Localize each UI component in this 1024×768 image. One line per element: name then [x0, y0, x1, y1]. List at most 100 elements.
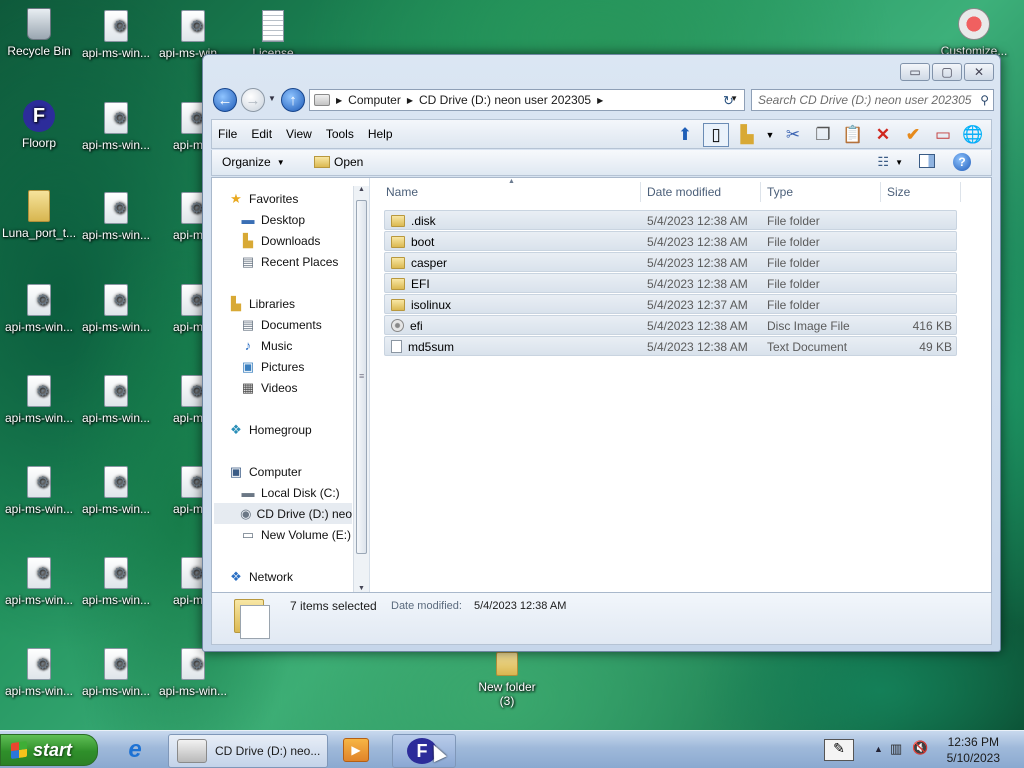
- desktop-icon-api[interactable]: api-ms-win...: [78, 648, 154, 698]
- help-button[interactable]: ?: [953, 153, 971, 171]
- column-divider[interactable]: [760, 182, 761, 202]
- file-row[interactable]: md5sum 5/4/2023 12:38 AM Text Document 4…: [384, 336, 957, 356]
- address-bar[interactable]: ▶ Computer ▶ CD Drive (D:) neon user 202…: [309, 89, 745, 111]
- nav-documents[interactable]: ▤ Documents: [240, 318, 322, 333]
- maximize-button[interactable]: ▢: [932, 63, 962, 81]
- nav-new-volume[interactable]: ▭ New Volume (E:): [240, 528, 351, 543]
- nav-pictures[interactable]: ▣ Pictures: [240, 360, 305, 375]
- desktop-icon-api[interactable]: api-ms-win...: [78, 192, 154, 242]
- nav-computer[interactable]: ▣ Computer: [228, 465, 302, 480]
- file-row[interactable]: casper 5/4/2023 12:38 AM File folder: [384, 252, 957, 272]
- copy-icon[interactable]: ❐: [811, 123, 835, 147]
- desktop-icon-api[interactable]: api-ms-win...: [155, 10, 231, 60]
- globe-icon[interactable]: 🌐: [961, 123, 985, 147]
- up-folder-icon[interactable]: ⬆: [673, 123, 697, 147]
- scroll-up-icon[interactable]: ▲: [358, 186, 365, 193]
- desktop-icon-api[interactable]: api-ms-win...: [78, 557, 154, 607]
- menu-help[interactable]: Help: [368, 127, 393, 141]
- preview-pane-button[interactable]: [919, 154, 935, 168]
- start-button[interactable]: start: [0, 734, 98, 766]
- nav-favorites[interactable]: ★ Favorites: [228, 192, 298, 207]
- chevron-down-icon[interactable]: ▼: [765, 123, 775, 147]
- paste-icon[interactable]: 📋: [841, 123, 865, 147]
- volume-muted-icon[interactable]: 🔇: [912, 740, 928, 756]
- cut-icon[interactable]: ✂: [781, 123, 805, 147]
- desktop-icon-api[interactable]: api-ms-win...: [78, 10, 154, 60]
- desktop-icon-floorp[interactable]: F Floorp: [1, 100, 77, 150]
- network-tray-icon[interactable]: ▥: [890, 741, 902, 757]
- desktop-icon-recycle-bin[interactable]: Recycle Bin: [1, 8, 77, 58]
- column-divider[interactable]: [640, 182, 641, 202]
- search-icon[interactable]: ⚲: [980, 93, 989, 107]
- column-header-size[interactable]: Size: [887, 182, 957, 202]
- pen-input-icon[interactable]: ✎: [824, 739, 854, 761]
- desktop-icon-api[interactable]: api-ms-win...: [78, 284, 154, 334]
- view-options-button[interactable]: ☷ ▼: [877, 154, 903, 170]
- minimize-button[interactable]: ▭: [900, 63, 930, 81]
- nav-local-disk[interactable]: ▬ Local Disk (C:): [240, 486, 340, 501]
- desktop-icon-api[interactable]: api-ms-win...: [1, 648, 77, 698]
- file-row[interactable]: boot 5/4/2023 12:38 AM File folder: [384, 231, 957, 251]
- desktop-icon-api[interactable]: api-ms-win...: [1, 466, 77, 516]
- properties-icon[interactable]: ▭: [931, 123, 955, 147]
- ie-quicklaunch-icon[interactable]: e: [120, 736, 150, 764]
- column-header-name[interactable]: Name: [386, 182, 636, 202]
- nav-libraries[interactable]: ▙ Libraries: [228, 297, 295, 312]
- checkmark-icon[interactable]: ✔: [901, 123, 925, 147]
- nav-cd-drive[interactable]: ◉ CD Drive (D:) neo: [214, 503, 352, 524]
- desktop-icon-api[interactable]: api-ms-win...: [78, 375, 154, 425]
- desktop-icon-api[interactable]: api-ms-win...: [1, 375, 77, 425]
- desktop-icon-new-folder[interactable]: New folder (3): [469, 652, 545, 708]
- menu-tools[interactable]: Tools: [326, 127, 354, 141]
- nav-videos[interactable]: ▦ Videos: [240, 381, 298, 396]
- nav-scrollbar[interactable]: ▲ ≡ ▼: [353, 186, 369, 592]
- organize-button[interactable]: Organize ▼: [222, 155, 285, 169]
- delete-icon[interactable]: ✕: [871, 123, 895, 147]
- nav-homegroup[interactable]: ❖ Homegroup: [228, 423, 312, 438]
- menu-edit[interactable]: Edit: [251, 127, 272, 141]
- taskbar-item-explorer[interactable]: CD Drive (D:) neo...: [168, 734, 328, 768]
- back-button[interactable]: ←: [213, 88, 237, 112]
- file-row[interactable]: EFI 5/4/2023 12:38 AM File folder: [384, 273, 957, 293]
- breadcrumb-cd-drive[interactable]: CD Drive (D:) neon user 202305: [419, 93, 591, 107]
- menu-view[interactable]: View: [286, 127, 312, 141]
- breadcrumb-separator-icon[interactable]: ▶: [597, 96, 603, 105]
- open-button[interactable]: Open: [314, 155, 363, 169]
- clock[interactable]: 12:36 PM 5/10/2023: [947, 734, 1000, 766]
- nav-network[interactable]: ❖ Network: [228, 570, 293, 585]
- close-button[interactable]: ✕: [964, 63, 994, 81]
- forward-button[interactable]: →: [241, 88, 265, 112]
- media-player-icon[interactable]: ▶: [343, 738, 369, 762]
- scrollbar-thumb[interactable]: ≡: [356, 200, 367, 554]
- pane-toggle-icon[interactable]: ▯: [703, 123, 729, 147]
- desktop-icon-api[interactable]: api-ms-win...: [78, 466, 154, 516]
- file-row[interactable]: isolinux 5/4/2023 12:37 AM File folder: [384, 294, 957, 314]
- breadcrumb-separator-icon[interactable]: ▶: [407, 96, 413, 105]
- menu-file[interactable]: File: [218, 127, 237, 141]
- up-button[interactable]: ↑: [281, 88, 305, 112]
- desktop-icon-customize[interactable]: Customize...: [936, 8, 1012, 58]
- nav-recent-places[interactable]: ▤ Recent Places: [240, 255, 339, 270]
- desktop-icon-api[interactable]: api-ms-win...: [155, 648, 231, 698]
- column-header-date[interactable]: Date modified: [647, 182, 759, 202]
- column-divider[interactable]: [960, 182, 961, 202]
- column-divider[interactable]: [880, 182, 881, 202]
- nav-music[interactable]: ♪ Music: [240, 339, 293, 354]
- breadcrumb-computer[interactable]: Computer: [348, 93, 401, 107]
- desktop-icon-api[interactable]: api-ms-win...: [78, 102, 154, 152]
- file-row[interactable]: .disk 5/4/2023 12:38 AM File folder: [384, 210, 957, 230]
- desktop-icon-luna[interactable]: Luna_port_t...: [1, 190, 77, 240]
- desktop-icon-api[interactable]: api-ms-win...: [1, 284, 77, 334]
- taskbar-item-floorp[interactable]: F: [392, 734, 456, 768]
- breadcrumb-separator-icon[interactable]: ▶: [336, 96, 342, 105]
- refresh-button[interactable]: ↻: [723, 93, 734, 109]
- search-input[interactable]: Search CD Drive (D:) neon user 202305 ⚲: [751, 89, 994, 111]
- folder-view-icon[interactable]: ▙: [735, 123, 759, 147]
- file-row[interactable]: efi 5/4/2023 12:38 AM Disc Image File 41…: [384, 315, 957, 335]
- chevron-up-icon[interactable]: ▲: [874, 744, 883, 754]
- recent-pages-dropdown[interactable]: ▼: [268, 94, 276, 103]
- desktop-icon-license[interactable]: License: [235, 10, 311, 60]
- desktop-icon-api[interactable]: api-ms-win...: [1, 557, 77, 607]
- scroll-down-icon[interactable]: ▼: [358, 585, 365, 592]
- column-header-type[interactable]: Type: [767, 182, 879, 202]
